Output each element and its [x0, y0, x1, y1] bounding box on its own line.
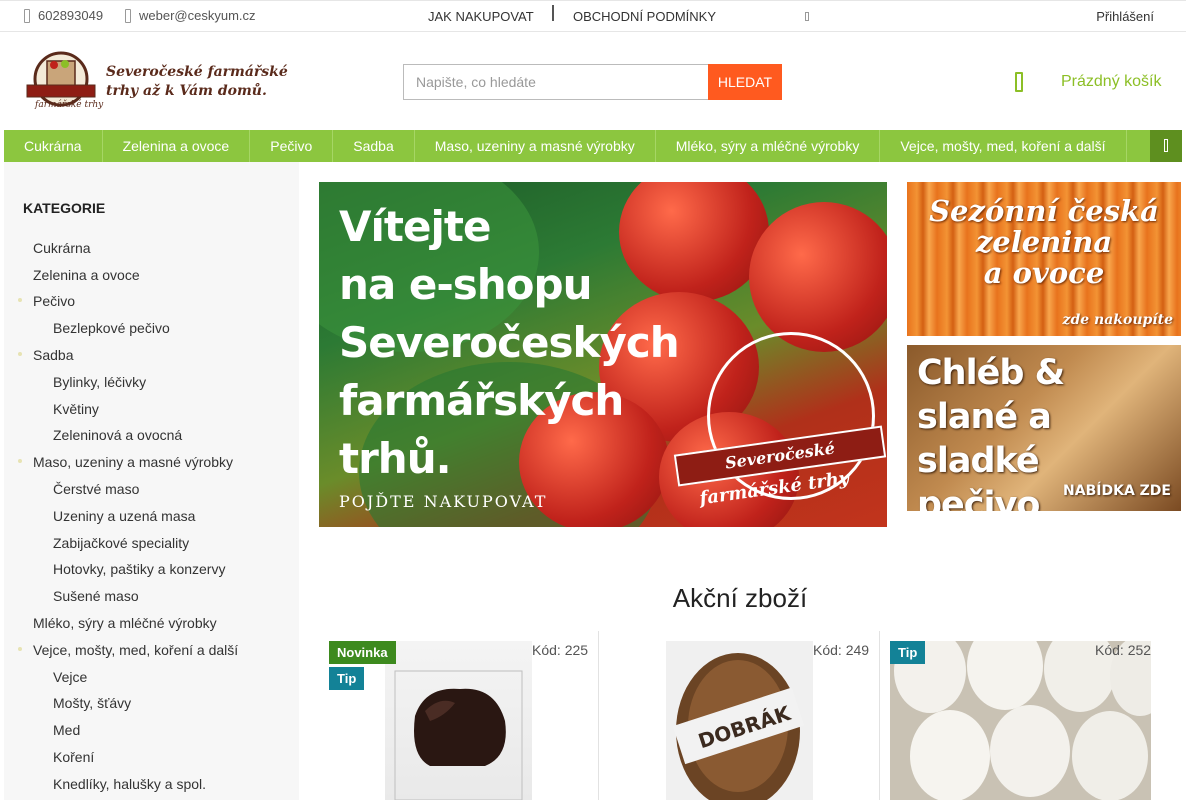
search-button[interactable]: HLEDAT	[708, 64, 782, 100]
badge-new: Novinka	[329, 641, 396, 664]
cart-icon[interactable]	[1015, 72, 1023, 92]
sidebar-item-bylinky[interactable]: Bylinky, léčivky	[53, 374, 146, 390]
bread-banner-sub: NABÍDKA ZDE	[1063, 483, 1171, 499]
hero-line: Vítejte	[339, 202, 491, 251]
bullet-icon	[18, 459, 22, 463]
hero-line: farmářských	[339, 376, 624, 425]
sidebar-item-med[interactable]: Med	[53, 722, 80, 738]
vegetable-banner-title: Sezónní česká zelenina a ovoce	[907, 196, 1181, 289]
tomato-shape	[749, 202, 887, 352]
sidebar-item-vejce-mosty[interactable]: Vejce, mošty, med, koření a další	[33, 642, 238, 658]
sidebar-item-cukrarna[interactable]: Cukrárna	[33, 240, 91, 256]
nav-item-vejce[interactable]: Vejce, mošty, med, koření a další	[880, 130, 1127, 162]
logo-tagline-line1: Severočeské farmářské	[106, 64, 288, 80]
bullet-icon	[18, 298, 22, 302]
hero-banner[interactable]: Vítejte na e-shopu Severočeských farmářs…	[319, 182, 887, 527]
product-code: Kód: 252	[1095, 642, 1152, 658]
logo-tagline: Severočeské farmářské trhy až k Vám domů…	[106, 63, 288, 101]
nav-more-button[interactable]	[1150, 130, 1182, 162]
main-navigation: Cukrárna Zelenina a ovoce Pečivo Sadba M…	[4, 130, 1182, 162]
sidebar-item-knedliky[interactable]: Knedlíky, halušky a spol.	[53, 776, 206, 792]
cart-status[interactable]: Prázdný košík	[1061, 73, 1161, 91]
category-sidebar: KATEGORIE Cukrárna Zelenina a ovoce Peči…	[4, 162, 299, 800]
phone-number[interactable]: 602893049	[38, 8, 103, 23]
link-jak-nakupovat[interactable]: JAK NAKUPOVAT	[428, 9, 534, 24]
chevron-right-icon	[1164, 139, 1168, 152]
sidebar-item-kvetiny[interactable]: Květiny	[53, 401, 99, 417]
bread-banner-line: Chléb &	[917, 353, 1065, 393]
nav-item-cukrarna[interactable]: Cukrárna	[4, 130, 103, 162]
product-card[interactable]: Novinka Tip Kód: 225	[329, 641, 591, 800]
sidebar-item-uzeniny[interactable]: Uzeniny a uzená masa	[53, 508, 195, 524]
nav-item-pecivo[interactable]: Pečivo	[250, 130, 334, 162]
hero-line: trhů.	[339, 434, 452, 483]
product-card[interactable]: DOBRÁK Kód: 249	[610, 641, 872, 800]
sidebar-item-vejce[interactable]: Vejce	[53, 669, 87, 685]
vegetable-banner-line: Sezónní česká	[929, 194, 1159, 228]
link-obchodni-podminky[interactable]: OBCHODNÍ PODMÍNKY	[573, 9, 716, 24]
logo-seal-icon: farmářské trhy	[26, 51, 104, 110]
vegetable-banner-sub: zde nakoupíte	[1062, 312, 1173, 328]
top-links-divider	[552, 5, 554, 21]
sidebar-item-sadba[interactable]: Sadba	[33, 347, 73, 363]
sidebar-title: KATEGORIE	[23, 200, 106, 216]
bullet-icon	[18, 352, 22, 356]
sidebar-item-cerstve-maso[interactable]: Čerstvé maso	[53, 481, 139, 497]
sidebar-item-mleko[interactable]: Mléko, sýry a mléčné výrobky	[33, 615, 217, 631]
phone-contact[interactable]: 602893049	[24, 8, 103, 23]
sidebar-item-koreni[interactable]: Koření	[53, 749, 94, 765]
bread-banner[interactable]: Chléb & slané a sladké pečivo NABÍDKA ZD…	[907, 345, 1181, 511]
sidebar-item-bezlepkove[interactable]: Bezlepkové pečivo	[53, 320, 170, 336]
nav-item-sadba[interactable]: Sadba	[333, 130, 415, 162]
sidebar-item-zelenina[interactable]: Zelenina a ovoce	[33, 267, 140, 283]
sidebar-item-maso[interactable]: Maso, uzeniny a masné výrobky	[33, 454, 233, 470]
product-image[interactable]	[890, 622, 1170, 800]
sidebar-item-hotovky[interactable]: Hotovky, paštiky a konzervy	[53, 561, 225, 577]
svg-text:farmářské trhy: farmářské trhy	[34, 99, 104, 110]
nav-item-mleko[interactable]: Mléko, sýry a mléčné výrobky	[656, 130, 881, 162]
login-link[interactable]: Přihlášení	[1096, 9, 1154, 24]
product-image[interactable]: DOBRÁK	[666, 641, 813, 800]
product-card[interactable]: Tip Kód: 252	[890, 622, 1170, 800]
product-image[interactable]	[385, 641, 532, 800]
bread-banner-line: slané a sladké	[917, 397, 1052, 481]
sidebar-item-susene-maso[interactable]: Sušené maso	[53, 588, 139, 604]
logo-tagline-line2: trhy až k Vám domů.	[106, 83, 267, 99]
chocolate-lamb-image	[394, 670, 523, 800]
hero-line: Severočeských	[339, 318, 680, 367]
badge-tip: Tip	[890, 641, 926, 664]
vegetable-banner-line: zelenina	[975, 225, 1113, 259]
top-bar: 602893049 weber@ceskyum.cz JAK NAKUPOVAT…	[0, 0, 1186, 32]
badge-tip: Tip	[329, 667, 365, 690]
sidebar-item-zeleninova[interactable]: Zeleninová a ovocná	[53, 427, 182, 443]
vegetable-banner[interactable]: Sezónní česká zelenina a ovoce zde nakou…	[907, 182, 1181, 336]
section-title-akcni: Akční zboží	[672, 583, 808, 613]
nav-item-zelenina[interactable]: Zelenina a ovoce	[103, 130, 251, 162]
bullet-icon	[18, 647, 22, 651]
nav-item-maso[interactable]: Maso, uzeniny a masné výrobky	[415, 130, 656, 162]
eggs-image	[890, 622, 1170, 800]
product-divider	[879, 631, 880, 800]
product-code: Kód: 249	[813, 642, 870, 658]
hero-headline: Vítejte na e-shopu Severočeských farmářs…	[339, 198, 680, 488]
email-contact[interactable]: weber@ceskyum.cz	[125, 8, 256, 23]
bread-loaf-image: DOBRÁK	[672, 653, 805, 800]
product-code: Kód: 225	[532, 642, 589, 658]
sidebar-item-mosty[interactable]: Mošty, šťávy	[53, 695, 131, 711]
email-address[interactable]: weber@ceskyum.cz	[139, 8, 256, 23]
hero-cta[interactable]: POJĎTE NAKUPOVAT	[339, 492, 547, 511]
search-bar: HLEDAT	[403, 64, 782, 100]
search-input[interactable]	[403, 64, 708, 100]
phone-icon	[24, 8, 30, 23]
vegetable-banner-line: a ovoce	[983, 256, 1105, 290]
envelope-icon	[125, 8, 131, 23]
sidebar-item-pecivo[interactable]: Pečivo	[33, 293, 75, 309]
hero-line: na e-shopu	[339, 260, 592, 309]
product-divider	[598, 631, 599, 800]
sidebar-item-zabijackove[interactable]: Zabijačkové speciality	[53, 535, 189, 551]
more-links-icon[interactable]	[805, 12, 809, 21]
